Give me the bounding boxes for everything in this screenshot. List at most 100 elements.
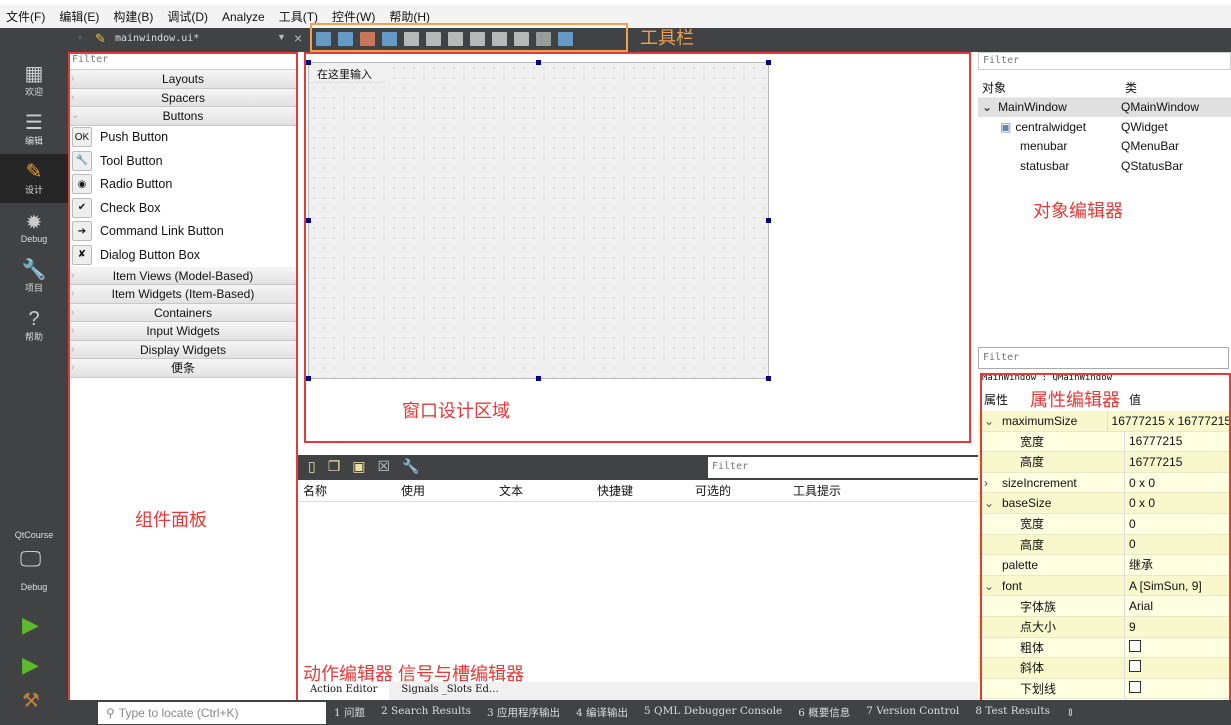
property-value[interactable]: A [SimSun, 9] bbox=[1125, 579, 1202, 593]
expand-arrow-icon[interactable]: › bbox=[984, 476, 1002, 490]
resize-handle[interactable] bbox=[306, 60, 311, 65]
main-window-form[interactable]: 在这里输入 bbox=[308, 62, 769, 379]
property-row[interactable]: 字体族 Arial bbox=[978, 596, 1231, 617]
menu-item[interactable]: 工具(T) bbox=[279, 8, 318, 25]
action-column-header[interactable]: 可选的 bbox=[690, 482, 788, 499]
edit-buddies-icon[interactable] bbox=[360, 32, 375, 46]
editor-file-tab[interactable]: mainwindow.ui* bbox=[115, 33, 199, 44]
property-value[interactable]: 0 bbox=[1125, 517, 1136, 531]
widget-category[interactable]: › Containers bbox=[68, 303, 298, 322]
property-value[interactable] bbox=[1125, 639, 1141, 655]
widget-item[interactable]: OK Push Button bbox=[68, 126, 298, 150]
action-column-header[interactable]: 工具提示 bbox=[788, 482, 886, 499]
kit-selector-icon[interactable]: 🖵 bbox=[20, 546, 41, 572]
run-icon[interactable]: ▶ bbox=[22, 612, 39, 638]
edit-widgets-icon[interactable] bbox=[316, 32, 331, 46]
checkbox[interactable] bbox=[1129, 639, 1141, 652]
object-row[interactable]: statusbar QStatusBar bbox=[978, 156, 1231, 176]
output-pane-button[interactable]: 6 概要信息 bbox=[798, 705, 850, 720]
action-column-header[interactable]: 名称 bbox=[298, 482, 396, 499]
widget-category[interactable]: › Spacers bbox=[68, 88, 298, 107]
mode-编辑[interactable]: ☰ 编辑 bbox=[0, 105, 68, 154]
delete-action-icon[interactable]: ☒ bbox=[378, 458, 391, 475]
layout-horizontal-icon[interactable] bbox=[404, 32, 419, 46]
property-value[interactable]: 16777215 bbox=[1125, 455, 1182, 469]
property-row[interactable]: 粗体 bbox=[978, 637, 1231, 659]
object-row[interactable]: ⌄ MainWindow QMainWindow bbox=[978, 97, 1231, 117]
output-pane-button[interactable]: 4 编译输出 bbox=[576, 705, 628, 720]
menu-item[interactable]: 帮助(H) bbox=[389, 8, 430, 25]
edit-signals-icon[interactable] bbox=[338, 32, 353, 46]
widget-item[interactable]: ◉ Radio Button bbox=[68, 173, 298, 197]
property-row[interactable]: 斜体 bbox=[978, 658, 1231, 679]
object-row[interactable]: menubar QMenuBar bbox=[978, 137, 1231, 157]
property-value[interactable]: 9 bbox=[1125, 620, 1136, 634]
output-pane-button[interactable]: 8 Test Results bbox=[975, 705, 1050, 720]
property-value[interactable]: 16777215 bbox=[1125, 434, 1182, 448]
output-pane-button[interactable]: 3 应用程序输出 bbox=[487, 705, 560, 720]
widget-category[interactable]: › Item Widgets (Item-Based) bbox=[68, 285, 298, 304]
property-row[interactable]: ⌄ font A [SimSun, 9] bbox=[978, 575, 1231, 597]
layout-vertical-icon[interactable] bbox=[426, 32, 441, 46]
property-value[interactable]: 0 x 0 bbox=[1125, 476, 1155, 490]
checkbox[interactable] bbox=[1129, 660, 1141, 673]
property-value[interactable]: Arial bbox=[1125, 599, 1153, 613]
property-value[interactable] bbox=[1125, 660, 1141, 675]
mode-项目[interactable]: 🔧 项目 bbox=[0, 252, 68, 301]
property-value[interactable]: 16777215 x 16777215 bbox=[1108, 414, 1231, 428]
layout-v-splitter-icon[interactable] bbox=[470, 32, 485, 46]
build-hammer-icon[interactable]: ⚒ bbox=[22, 688, 40, 713]
widget-item[interactable]: ✔ Check Box bbox=[68, 196, 298, 220]
menu-item[interactable]: 编辑(E) bbox=[59, 8, 99, 25]
menu-item[interactable]: 调试(D) bbox=[167, 8, 208, 25]
widget-category[interactable]: › Item Views (Model-Based) bbox=[68, 266, 298, 285]
output-pane-button[interactable]: 7 Version Control bbox=[866, 705, 959, 720]
resize-handle[interactable] bbox=[536, 376, 541, 381]
paste-action-icon[interactable]: ▣ bbox=[352, 458, 365, 475]
action-filter-input[interactable]: Filter bbox=[708, 457, 978, 478]
action-column-header[interactable]: 文本 bbox=[494, 482, 592, 499]
pane-scroll-icon[interactable]: ⇕ bbox=[1066, 707, 1075, 719]
property-row[interactable]: 高度 0 bbox=[978, 534, 1231, 556]
property-value[interactable]: 0 x 0 bbox=[1125, 496, 1155, 510]
close-editor-icon[interactable]: × bbox=[294, 30, 302, 46]
resize-handle[interactable] bbox=[306, 376, 311, 381]
object-filter-input[interactable]: Filter bbox=[978, 52, 1231, 70]
widget-item[interactable]: ✘ Dialog Button Box bbox=[68, 243, 298, 267]
property-row[interactable]: 宽度 16777215 bbox=[978, 431, 1231, 453]
form-menu-placeholder[interactable]: 在这里输入 bbox=[309, 63, 385, 83]
property-row[interactable]: 点大小 9 bbox=[978, 616, 1231, 638]
edit-tab-order-icon[interactable] bbox=[382, 32, 397, 46]
mode-Debug[interactable]: ✹ Debug bbox=[0, 203, 68, 252]
debug-run-icon[interactable]: ▶ bbox=[22, 652, 39, 678]
menu-item[interactable]: 文件(F) bbox=[6, 8, 45, 25]
property-row[interactable]: 高度 16777215 bbox=[978, 452, 1231, 473]
widget-category[interactable]: › Layouts bbox=[68, 70, 298, 89]
expand-arrow-icon[interactable]: ⌄ bbox=[984, 496, 1002, 510]
mode-设计[interactable]: ✎ 设计 bbox=[0, 154, 68, 203]
property-value[interactable]: 继承 bbox=[1125, 556, 1153, 573]
layout-form-icon[interactable] bbox=[492, 32, 507, 46]
adjust-size-icon[interactable] bbox=[558, 32, 573, 46]
menu-item[interactable]: 控件(W) bbox=[332, 8, 375, 25]
action-column-header[interactable]: 使用 bbox=[396, 482, 494, 499]
menu-item[interactable]: 构建(B) bbox=[113, 8, 153, 25]
widget-item[interactable]: 🔧 Tool Button bbox=[68, 149, 298, 173]
expand-arrow-icon[interactable]: ⌄ bbox=[984, 579, 1002, 593]
property-value[interactable] bbox=[1125, 681, 1141, 696]
output-pane-button[interactable]: 2 Search Results bbox=[381, 705, 471, 720]
copy-action-icon[interactable]: ❐ bbox=[328, 458, 341, 475]
mode-帮助[interactable]: ? 帮助 bbox=[0, 301, 68, 350]
configure-icon[interactable]: 🔧 bbox=[402, 458, 419, 475]
layout-grid-icon[interactable] bbox=[514, 32, 529, 46]
widget-category[interactable]: ⌄ Buttons bbox=[68, 107, 298, 126]
property-filter-input[interactable]: Filter bbox=[978, 347, 1229, 369]
property-row[interactable]: palette 继承 bbox=[978, 555, 1231, 576]
locator-input[interactable]: ⚲ Type to locate (Ctrl+K) bbox=[98, 701, 326, 724]
widget-category[interactable]: › 便条 bbox=[68, 359, 298, 378]
widget-category[interactable]: › Display Widgets bbox=[68, 340, 298, 359]
widget-category[interactable]: › Input Widgets bbox=[68, 322, 298, 341]
new-action-icon[interactable]: ▯ bbox=[308, 458, 316, 475]
property-row[interactable]: 下划线 bbox=[978, 678, 1231, 700]
break-layout-icon[interactable] bbox=[536, 32, 551, 46]
